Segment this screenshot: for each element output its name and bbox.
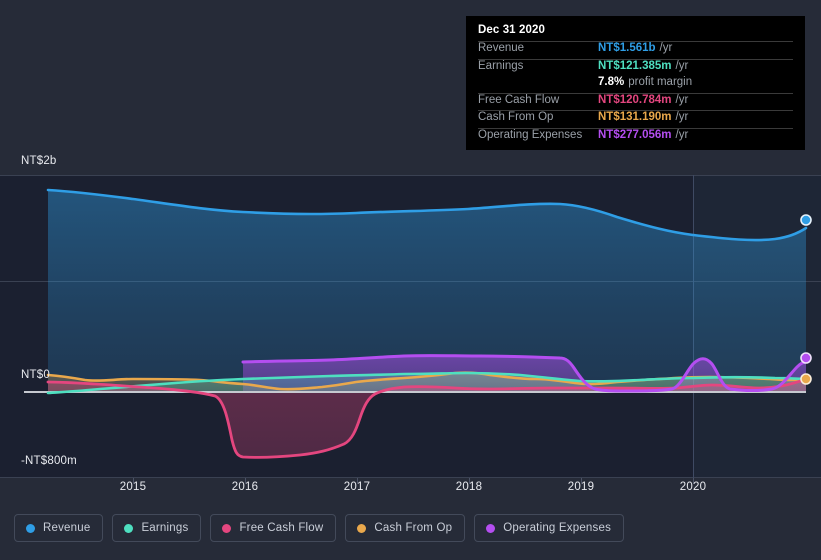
tooltip-value-profit-margin: 7.8%: [598, 76, 625, 89]
x-tick-marks: [133, 478, 694, 484]
x-axis-label-2015: 2015: [119, 481, 147, 493]
legend-label-revenue: Revenue: [43, 522, 91, 534]
legend-item-revenue[interactable]: Revenue: [14, 514, 104, 542]
x-axis-label-2019: 2019: [567, 481, 595, 493]
tooltip-row-earnings: Earnings NT$121.385m /yr: [478, 58, 793, 77]
legend-dot-cash-from-op: [357, 523, 367, 533]
tooltip-value-free-cash-flow: NT$120.784m: [598, 93, 672, 106]
y-axis-label-zero: NT$0: [21, 369, 50, 381]
legend-item-free-cash-flow[interactable]: Free Cash Flow: [210, 514, 337, 542]
legend-label-earnings: Earnings: [141, 522, 189, 534]
tooltip-label-operating-expenses: Operating Expenses: [478, 128, 583, 141]
tooltip-unit-cash-from-op: /yr: [675, 111, 689, 124]
tooltip-row-free-cash-flow: Free Cash Flow NT$120.784m /yr: [478, 92, 793, 111]
legend-dot-operating-expenses: [486, 523, 496, 533]
y-axis-label-bottom: -NT$800m: [21, 455, 77, 467]
chart-legend: Revenue Earnings Free Cash Flow Cash Fro…: [14, 514, 625, 542]
tooltip-label-earnings: Earnings: [478, 59, 524, 72]
tooltip-value-cash-from-op: NT$131.190m: [598, 111, 672, 124]
x-axis-label-2020: 2020: [679, 481, 707, 493]
tooltip-row-profit-margin: 7.8% profit margin: [478, 76, 793, 93]
tooltip-unit-operating-expenses: /yr: [675, 128, 689, 141]
tooltip-label-revenue: Revenue: [478, 42, 525, 54]
legend-item-operating-expenses[interactable]: Operating Expenses: [474, 514, 625, 542]
endpoint-marker-revenue: [800, 214, 812, 226]
legend-dot-earnings: [124, 523, 134, 533]
legend-label-cash-from-op: Cash From Op: [374, 522, 453, 534]
tooltip-value-earnings: NT$121.385m: [598, 59, 672, 72]
legend-dot-free-cash-flow: [222, 523, 232, 533]
legend-label-free-cash-flow: Free Cash Flow: [239, 522, 324, 534]
chart-tooltip: Dec 31 2020 Revenue NT$1.561b /yr Earnin…: [466, 16, 805, 150]
tooltip-label-cash-from-op: Cash From Op: [478, 111, 554, 124]
tooltip-label-profit-margin: profit margin: [628, 76, 693, 89]
endpoint-marker-operating-expenses: [800, 352, 812, 364]
legend-item-earnings[interactable]: Earnings: [112, 514, 202, 542]
legend-item-cash-from-op[interactable]: Cash From Op: [345, 514, 466, 542]
tooltip-unit-free-cash-flow: /yr: [675, 93, 689, 106]
tooltip-label-free-cash-flow: Free Cash Flow: [478, 93, 560, 106]
tooltip-unit-revenue: /yr: [659, 42, 673, 54]
tooltip-unit-earnings: /yr: [675, 59, 689, 72]
tooltip-date: Dec 31 2020: [478, 24, 545, 36]
x-axis-label-2016: 2016: [231, 481, 259, 493]
legend-dot-revenue: [26, 523, 35, 533]
legend-label-operating-expenses: Operating Expenses: [503, 522, 612, 534]
tooltip-value-operating-expenses: NT$277.056m: [598, 128, 672, 141]
tooltip-row-operating-expenses: Operating Expenses NT$277.056m /yr: [478, 127, 793, 146]
financial-performance-chart: NT$2b NT$0 -NT$800m 2015 2016 2017 2018 …: [0, 0, 821, 560]
tooltip-value-revenue: NT$1.561b: [598, 42, 656, 54]
endpoint-marker-cash-from-op: [800, 373, 812, 385]
tooltip-row-revenue: Revenue NT$1.561b /yr: [478, 41, 793, 59]
x-axis-label-2017: 2017: [343, 481, 371, 493]
tooltip-row-cash-from-op: Cash From Op NT$131.190m /yr: [478, 110, 793, 128]
x-axis-label-2018: 2018: [455, 481, 483, 493]
y-axis-label-top: NT$2b: [21, 155, 57, 167]
